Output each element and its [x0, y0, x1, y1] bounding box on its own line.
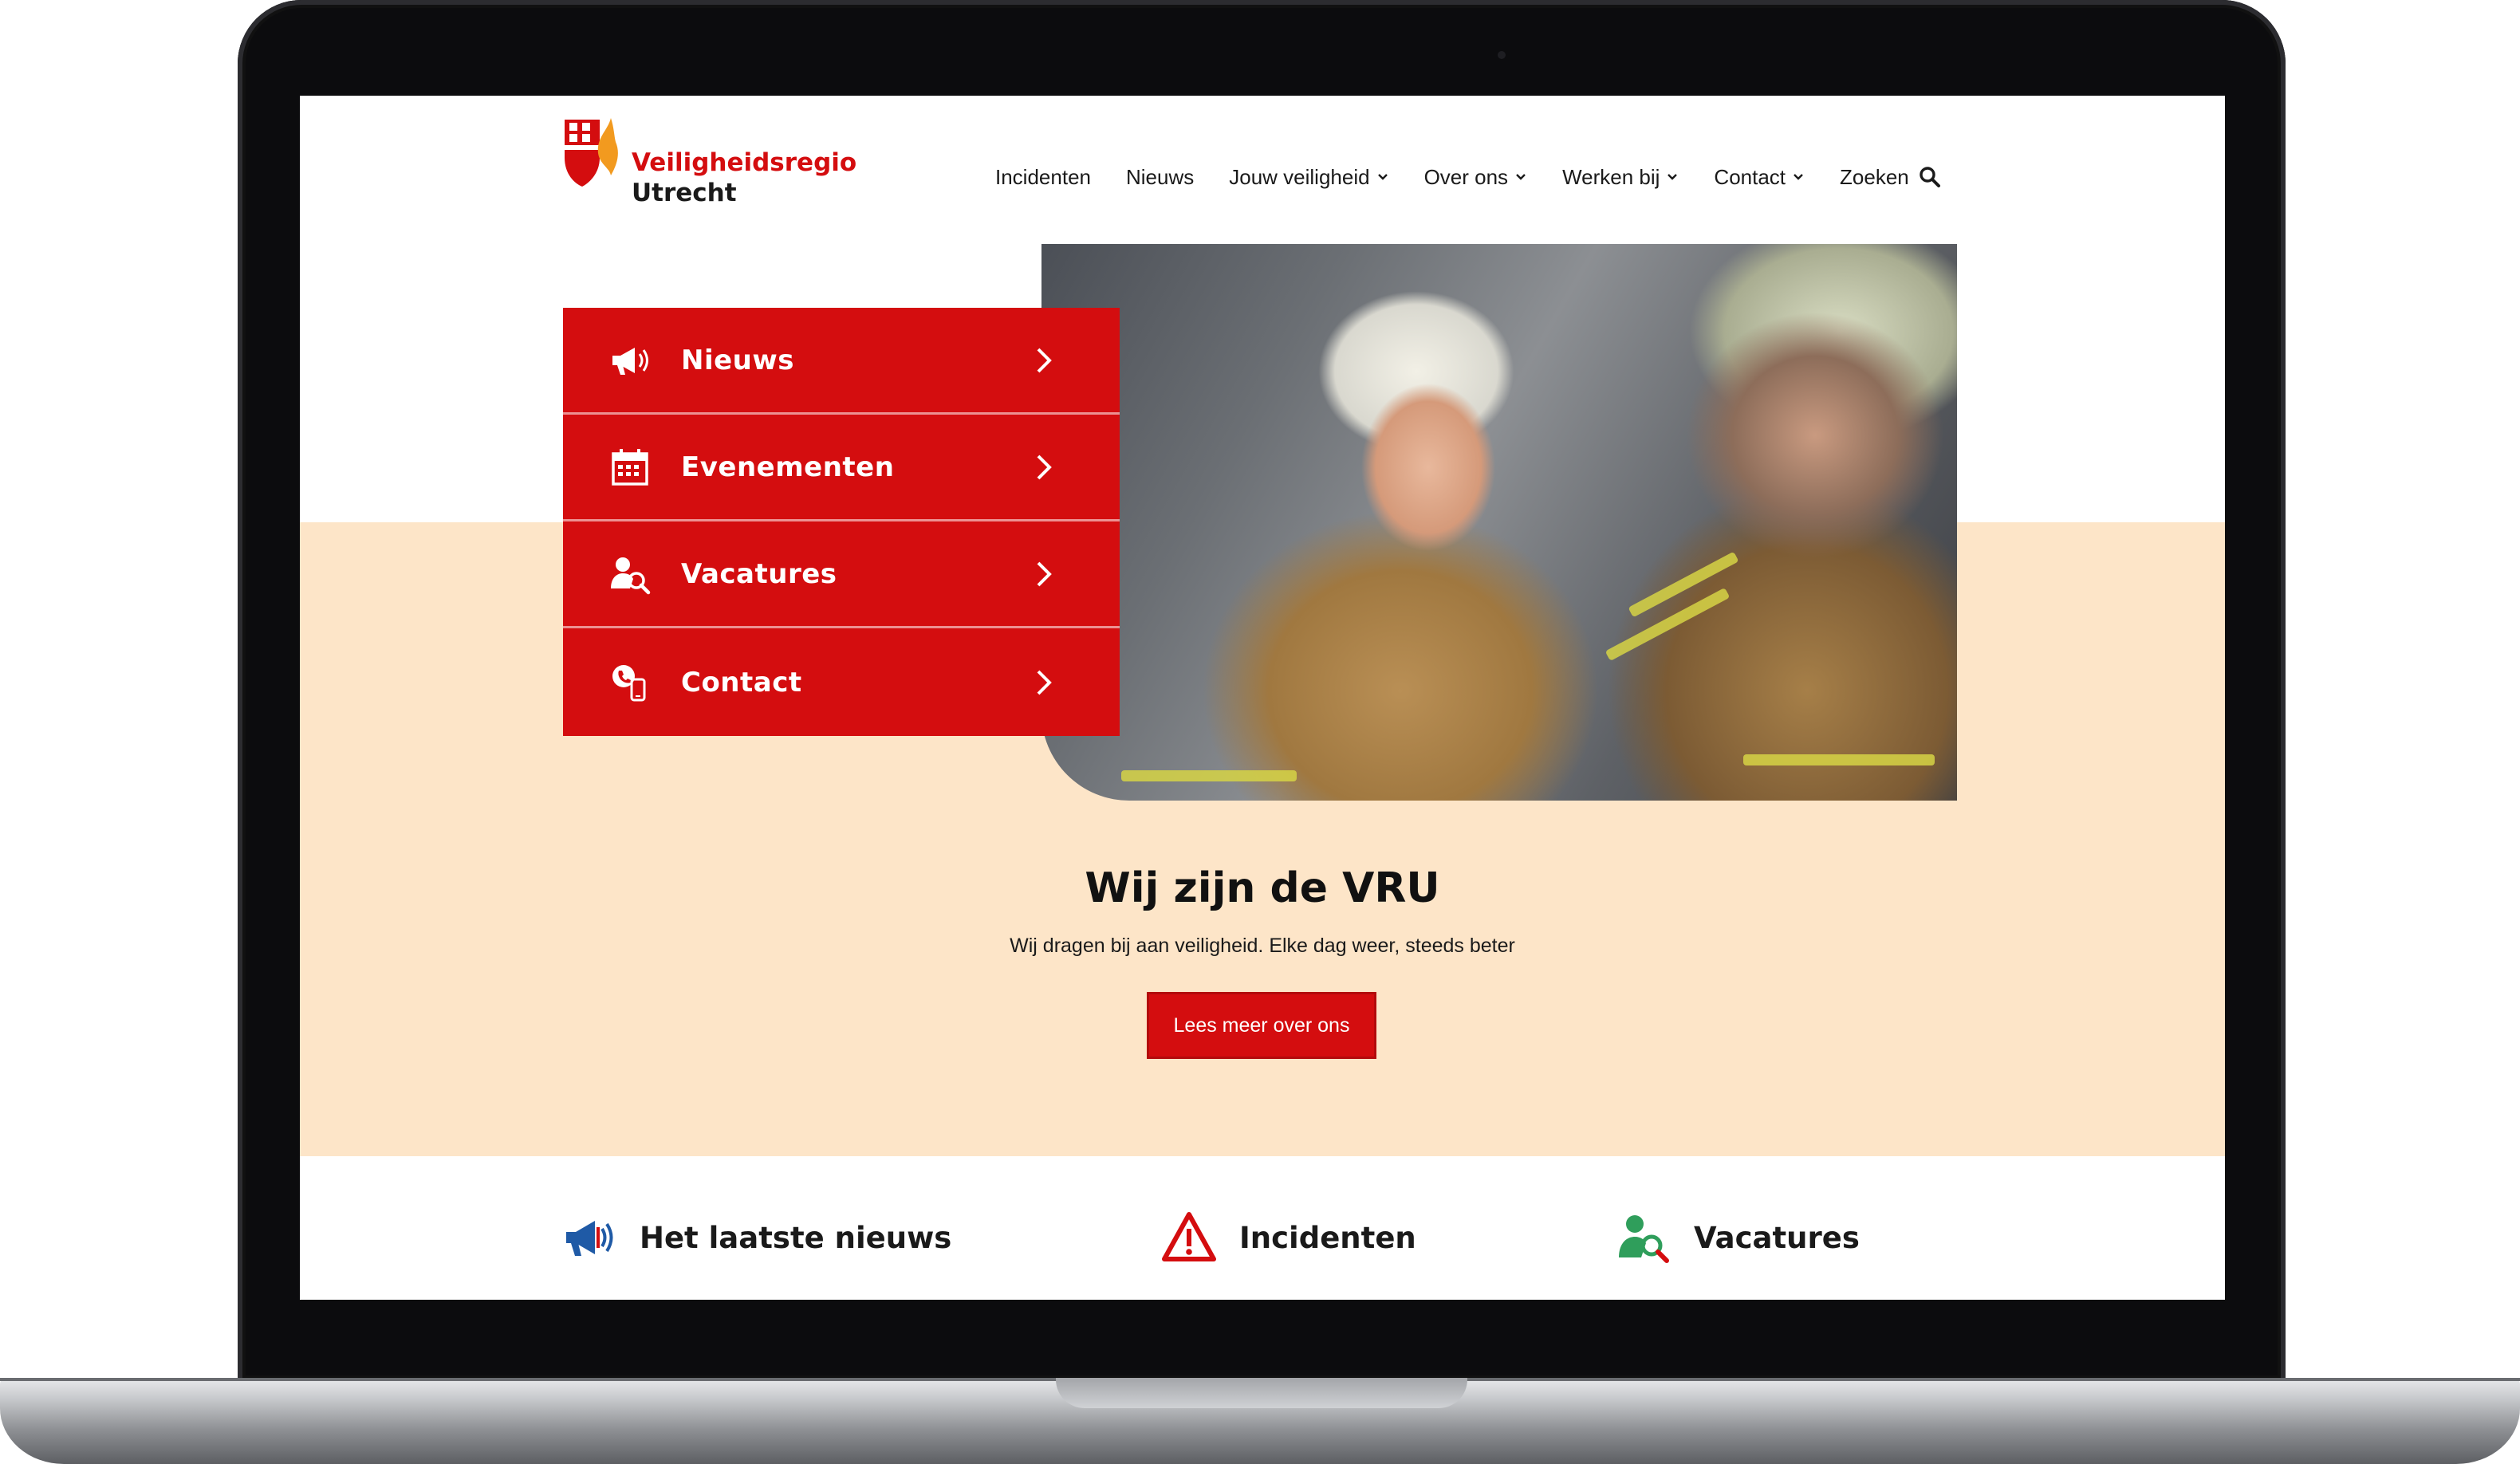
card-vacancies[interactable]: Vacatures [1616, 1206, 1860, 1269]
site-logo[interactable]: Veiligheidsregio Utrecht [561, 116, 856, 207]
main-nav: Incidenten Nieuws Jouw veiligheid Over o… [995, 161, 1941, 193]
quick-link-evenementen[interactable]: Evenementen [563, 415, 1120, 521]
nav-item-over-ons[interactable]: Over ons [1424, 165, 1528, 190]
website-screen: Veiligheidsregio Utrecht Incidenten Nieu… [300, 96, 2225, 1300]
nav-item-werken-bij[interactable]: Werken bij [1562, 165, 1679, 190]
warning-icon [1162, 1212, 1216, 1261]
nav-label: Jouw veiligheid [1229, 164, 1370, 189]
nav-item-contact[interactable]: Contact [1714, 165, 1805, 190]
quick-menu: Nieuws Evenementen Vacatures Contact [563, 308, 1120, 736]
laptop-notch [1056, 1378, 1467, 1408]
quick-link-label: Contact [681, 666, 802, 699]
nav-label: Nieuws [1125, 164, 1195, 189]
chevron-down-icon [1668, 174, 1678, 180]
card-incidents[interactable]: Incidenten [1161, 1206, 1416, 1269]
nav-label: Werken bij [1562, 164, 1660, 189]
calendar-icon [612, 448, 648, 486]
intro-subtitle: Wij dragen bij aan veiligheid. Elke dag … [1010, 935, 1515, 957]
megaphone-icon [566, 1221, 613, 1256]
nav-item-incidenten[interactable]: Incidenten [995, 165, 1091, 190]
person-search-icon [1619, 1215, 1669, 1263]
megaphone-icon [612, 347, 648, 375]
logo-shield-icon [565, 118, 618, 187]
chevron-down-icon [1377, 174, 1388, 180]
intro-title: Wij zijn de VRU [1085, 864, 1440, 912]
card-latest-news[interactable]: Het laatste nieuws [561, 1206, 951, 1269]
chevron-down-icon [1516, 174, 1526, 180]
logo-text-city: Utrecht [632, 179, 737, 207]
person-search-icon [611, 557, 651, 594]
nav-item-jouw-veiligheid[interactable]: Jouw veiligheid [1229, 165, 1388, 190]
search-label: Zoeken [1840, 164, 1909, 189]
nav-search-button[interactable]: Zoeken [1840, 165, 1941, 190]
nav-item-nieuws[interactable]: Nieuws [1126, 165, 1194, 190]
logo-text-region: Veiligheidsregio [632, 148, 857, 177]
chevron-right-icon [1037, 455, 1052, 479]
search-icon [1920, 167, 1940, 187]
hero-image-firefighters [1041, 244, 1957, 801]
quick-link-label: Nieuws [681, 344, 795, 376]
quick-link-contact[interactable]: Contact [563, 628, 1120, 736]
read-more-button[interactable]: Lees meer over ons [1147, 992, 1376, 1059]
chevron-right-icon [1037, 670, 1052, 695]
chevron-right-icon [1037, 348, 1052, 372]
nav-label: Over ons [1423, 164, 1509, 189]
nav-label: Incidenten [995, 164, 1091, 189]
card-label: Incidenten [1239, 1220, 1416, 1255]
chevron-down-icon [1794, 174, 1803, 180]
phone-contact-icon [612, 664, 646, 701]
quick-link-nieuws[interactable]: Nieuws [563, 308, 1120, 415]
camera [1498, 51, 1506, 59]
card-label: Het laatste nieuws [640, 1220, 952, 1255]
card-label: Vacatures [1694, 1220, 1860, 1255]
chevron-right-icon [1037, 561, 1052, 586]
quick-link-label: Vacatures [681, 557, 837, 590]
quick-link-vacatures[interactable]: Vacatures [563, 521, 1120, 628]
nav-label: Contact [1714, 164, 1786, 189]
quick-link-label: Evenementen [681, 451, 895, 483]
